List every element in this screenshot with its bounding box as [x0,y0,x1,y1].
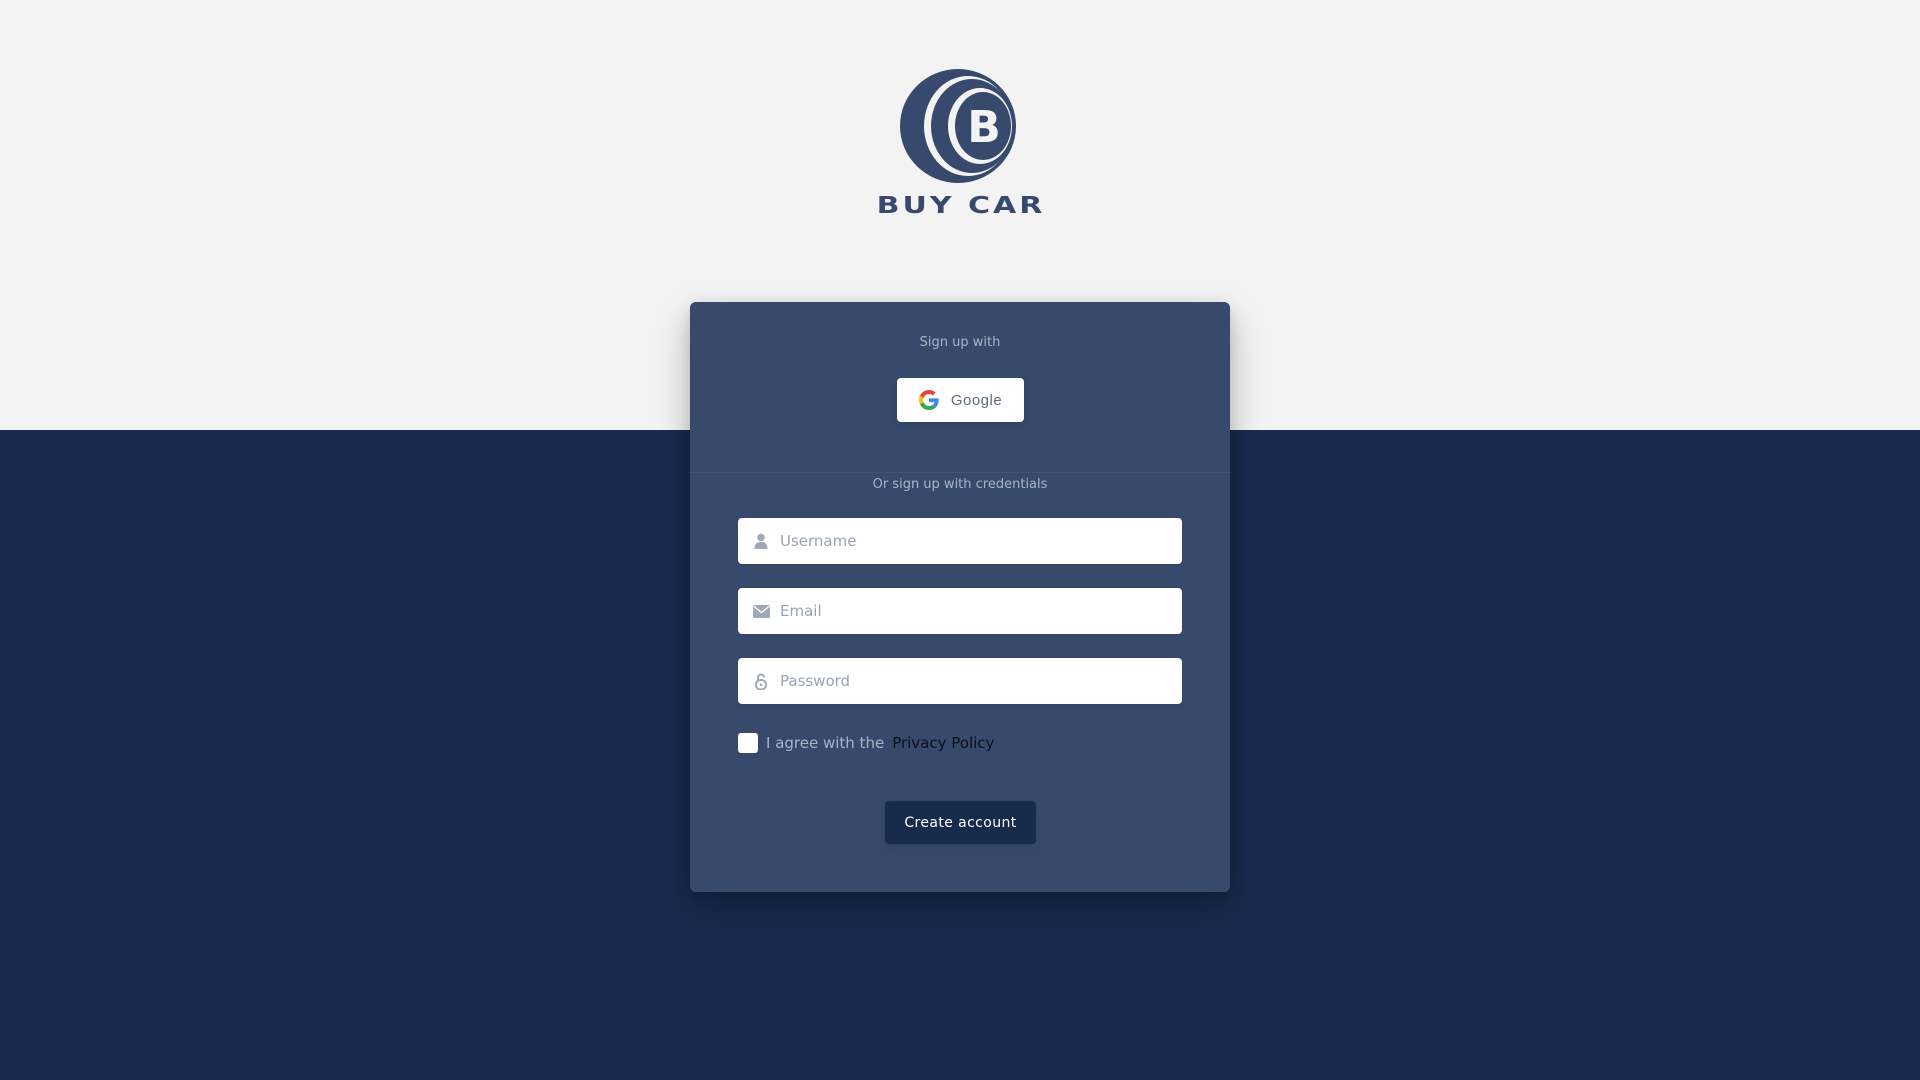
privacy-checkbox[interactable] [738,733,758,753]
envelope-icon [738,604,780,618]
password-input[interactable] [780,658,1182,704]
password-field[interactable] [738,658,1182,704]
google-signup-button[interactable]: Google [897,378,1024,422]
logo-letter: B [967,102,1001,153]
create-account-button[interactable]: Create account [885,801,1036,844]
privacy-agreement: I agree with the Privacy Policy [738,733,994,753]
tire-logo-icon: B [900,69,1016,183]
signup-page: B BUY CAR Sign up with Google Or sign up… [0,0,1920,1080]
email-input[interactable] [780,588,1182,634]
credentials-heading: Or sign up with credentials [872,477,1048,492]
google-button-label: Google [950,391,1003,409]
signup-card: Sign up with Google Or sign up with cred… [690,302,1230,892]
username-input[interactable] [780,518,1182,564]
username-field[interactable] [738,518,1182,564]
buy-car-logo: B BUY CAR [856,68,1066,228]
agreement-text: I agree with the [766,734,885,752]
logo-text: BUY CAR [876,192,1046,220]
social-heading: Sign up with [919,335,1001,350]
google-icon [918,390,939,410]
privacy-policy-link[interactable]: Privacy Policy [892,734,994,752]
social-signup-section: Sign up with Google [690,302,1230,473]
lock-icon [738,673,780,690]
user-icon [738,533,780,549]
email-field[interactable] [738,588,1182,634]
